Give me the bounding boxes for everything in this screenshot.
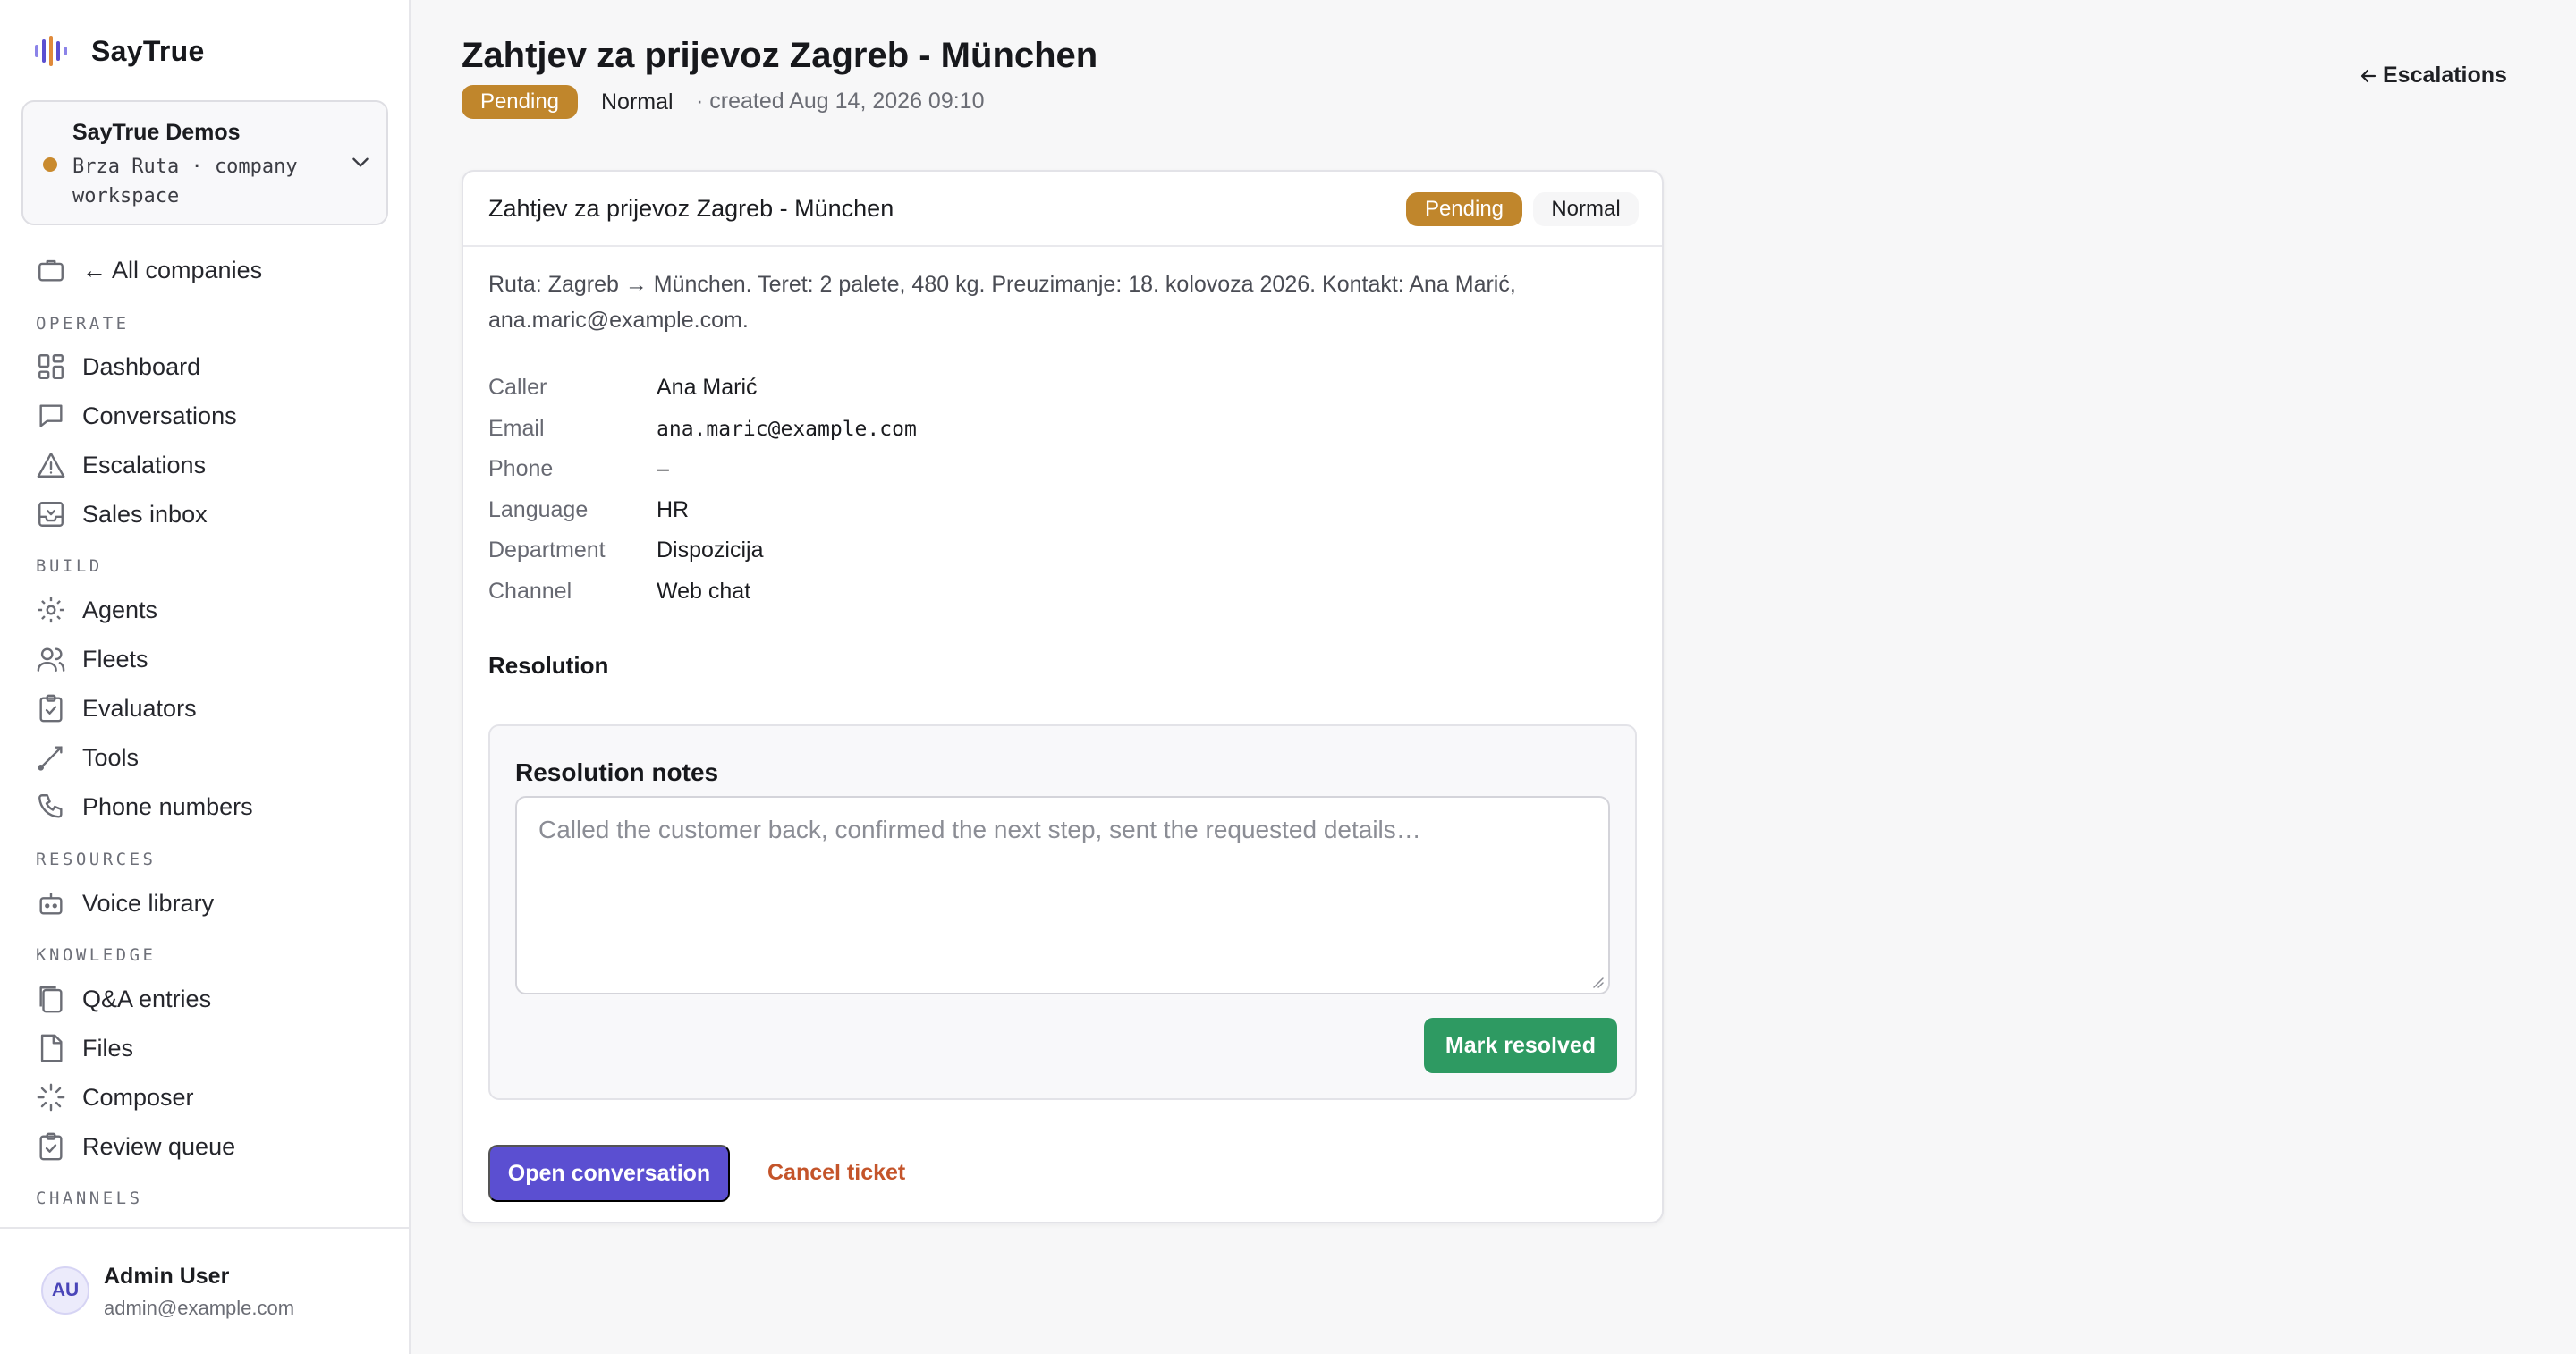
sidebar-divider <box>0 1227 409 1229</box>
sidebar-item-agents[interactable]: Agents <box>36 590 157 630</box>
detail-label: Email <box>488 415 545 441</box>
sidebar-item-tools[interactable]: Tools <box>36 738 139 777</box>
cancel-ticket-button[interactable]: Cancel ticket <box>767 1160 905 1186</box>
dashboard-icon <box>38 354 64 379</box>
sidebar-item-label: Escalations <box>82 451 207 478</box>
resolution-notes-placeholder: Called the customer back, confirmed the … <box>538 816 1421 843</box>
detail-label: Channel <box>488 578 572 604</box>
sidebar-item-review-queue[interactable]: Review queue <box>36 1127 235 1166</box>
sidebar-item-conversations[interactable]: Conversations <box>36 396 237 436</box>
resolution-notes-textarea[interactable]: Called the customer back, confirmed the … <box>515 796 1610 994</box>
all-companies-link[interactable]: ← All companies <box>36 250 262 290</box>
arrow-left-icon <box>2360 69 2377 82</box>
sidebar-item-label: Composer <box>82 1083 194 1111</box>
logo-icon <box>35 36 67 66</box>
avatar[interactable]: AU <box>41 1266 89 1315</box>
sidebar-item-label: Voice library <box>82 889 215 917</box>
users-icon <box>37 647 65 672</box>
sidebar-item-label: Conversations <box>82 402 237 429</box>
section-label-resources: RESOURCES <box>36 850 157 869</box>
ticket-description: Ruta: Zagreb → München. Teret: 2 palete,… <box>488 272 1516 333</box>
sidebar-item-label: Evaluators <box>82 694 197 722</box>
created-timestamp: · created Aug 14, 2026 09:10 <box>696 89 985 114</box>
file-icon <box>40 1034 63 1062</box>
workspace-name: SayTrue Demos <box>72 120 241 145</box>
gear-icon <box>38 597 64 623</box>
detail-value: ana.maric@example.com <box>657 417 917 441</box>
detail-value: Ana Marić <box>657 375 758 400</box>
clipboard-check-icon <box>39 694 63 723</box>
sidebar-item-label: Files <box>82 1034 134 1062</box>
ticket-card-header: Zahtjev za prijevoz Zagreb - München Pen… <box>463 172 1662 247</box>
sidebar-item-composer[interactable]: Composer <box>36 1078 194 1117</box>
sidebar-item-fleets[interactable]: Fleets <box>36 639 148 679</box>
status-badge: Pending <box>1406 192 1522 226</box>
back-link-label: Escalations <box>2383 63 2507 88</box>
sidebar-item-label: Sales inbox <box>82 500 208 528</box>
sidebar-item-escalations[interactable]: Escalations <box>36 445 206 485</box>
priority-badge: Normal <box>1533 192 1639 226</box>
sparkle-loader-icon <box>37 1083 65 1112</box>
page-title: Zahtjev za prijevoz Zagreb - München <box>462 36 1098 75</box>
detail-label: Phone <box>488 456 554 482</box>
sidebar-item-label: Q&A entries <box>82 985 212 1012</box>
section-label-knowledge: KNOWLEDGE <box>36 945 157 965</box>
sidebar-item-label: Dashboard <box>82 352 201 380</box>
sidebar-item-dashboard[interactable]: Dashboard <box>36 347 200 386</box>
sidebar-item-label: Phone numbers <box>82 792 253 820</box>
brand[interactable]: SayTrue <box>34 32 205 70</box>
all-companies-label: ← All companies <box>82 256 263 283</box>
inbox-icon <box>38 502 64 527</box>
workspace-status-dot <box>43 157 57 172</box>
sidebar-item-label: Tools <box>82 743 140 771</box>
detail-value: Web chat <box>657 578 751 604</box>
sidebar-item-label: Fleets <box>82 645 148 673</box>
sidebar-item-label: Review queue <box>82 1132 236 1160</box>
back-to-escalations-link[interactable]: Escalations <box>2360 63 2507 89</box>
sidebar-item-phone-numbers[interactable]: Phone numbers <box>36 787 253 826</box>
sidebar: SayTrue SayTrue Demos Brza Ruta · compan… <box>0 0 411 1354</box>
detail-label: Department <box>488 537 606 563</box>
resolution-panel: Resolution notes Called the customer bac… <box>488 724 1637 1100</box>
sidebar-item-files[interactable]: Files <box>36 1028 133 1068</box>
robot-icon <box>39 893 63 915</box>
ticket-title: Zahtjev za prijevoz Zagreb - München <box>488 195 894 222</box>
priority-label: Normal <box>601 89 674 114</box>
link-icon <box>38 746 63 771</box>
sidebar-item-label: Agents <box>82 596 158 623</box>
clipboard-check-icon <box>39 1132 63 1161</box>
section-label-channels: CHANNELS <box>36 1189 143 1208</box>
section-label-build: BUILD <box>36 556 103 576</box>
section-label-operate: OPERATE <box>36 314 130 334</box>
brand-name: SayTrue <box>91 34 205 67</box>
warning-triangle-icon <box>37 453 65 478</box>
sidebar-item-qa-entries[interactable]: Q&A entries <box>36 979 211 1019</box>
resolution-heading: Resolution <box>488 652 609 679</box>
resize-handle-icon[interactable] <box>1590 975 1605 989</box>
sidebar-item-evaluators[interactable]: Evaluators <box>36 689 197 728</box>
status-badge: Pending <box>462 85 578 119</box>
detail-value: Dispozicija <box>657 537 764 563</box>
detail-value: HR <box>657 496 690 522</box>
sidebar-item-voice-library[interactable]: Voice library <box>36 884 214 923</box>
chevron-down-icon <box>352 157 369 167</box>
chat-bubble-icon <box>39 404 63 427</box>
user-email: admin@example.com <box>104 1297 295 1319</box>
sidebar-item-sales-inbox[interactable]: Sales inbox <box>36 495 208 534</box>
mark-resolved-button[interactable]: Mark resolved <box>1424 1018 1617 1073</box>
briefcase-icon <box>38 259 64 282</box>
user-name: Admin User <box>104 1264 230 1289</box>
ticket-card: Zahtjev za prijevoz Zagreb - München Pen… <box>462 170 1664 1223</box>
phone-icon <box>38 794 63 818</box>
detail-label: Language <box>488 496 589 522</box>
resolution-notes-label: Resolution notes <box>515 758 719 786</box>
detail-label: Caller <box>488 375 547 400</box>
detail-value: – <box>657 456 669 482</box>
workspace-switcher[interactable]: SayTrue Demos Brza Ruta · company worksp… <box>21 100 388 225</box>
copy-icon <box>39 986 63 1013</box>
open-conversation-button[interactable]: Open conversation <box>488 1145 730 1202</box>
workspace-subtitle: Brza Ruta · company workspace <box>72 156 298 207</box>
